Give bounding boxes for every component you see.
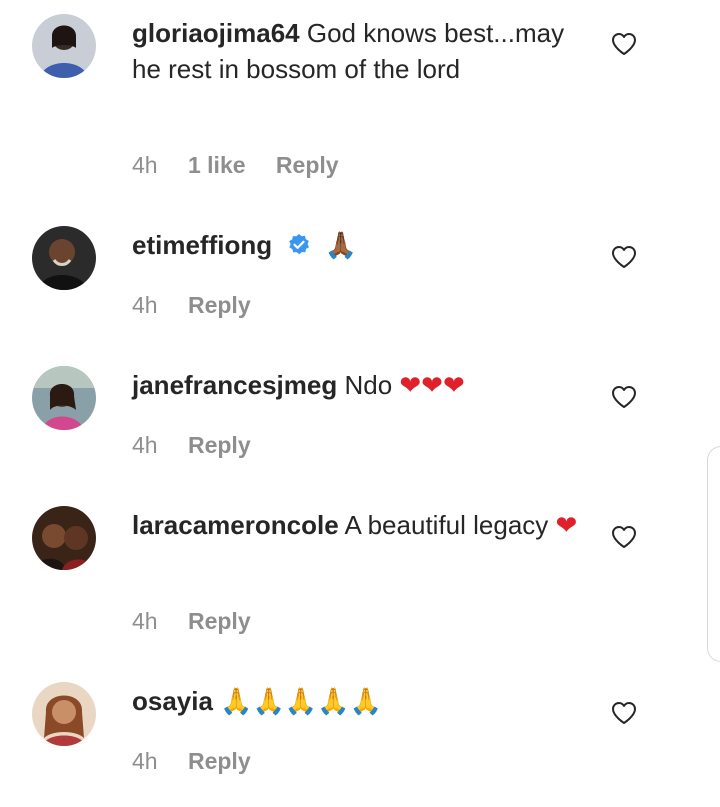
- avatar-image: [32, 226, 96, 290]
- comment-emoji: 🙏🙏🙏🙏🙏: [220, 687, 383, 717]
- user-avatar[interactable]: [32, 682, 96, 746]
- comment-username[interactable]: etimeffiong: [132, 230, 272, 260]
- heart-outline-icon[interactable]: [611, 245, 637, 269]
- comment-message: A beautiful legacy: [344, 510, 549, 540]
- comment-username[interactable]: laracameroncole: [132, 510, 339, 540]
- comment-time: 4h: [132, 748, 158, 774]
- avatar-image: [32, 14, 96, 78]
- comment-meta: 4h Reply: [132, 607, 251, 635]
- comment-time: 4h: [132, 152, 158, 178]
- comment-emoji: ❤: [555, 511, 578, 541]
- reply-button[interactable]: Reply: [188, 432, 251, 458]
- comment-username[interactable]: janefrancesjmeg: [132, 370, 337, 400]
- comment-meta: 4h Reply: [132, 431, 251, 459]
- reply-button[interactable]: Reply: [188, 292, 251, 318]
- comment-text: osayia 🙏🙏🙏🙏🙏: [132, 683, 582, 720]
- comment-text: gloriaojima64 God knows best...may he re…: [132, 15, 582, 87]
- user-avatar[interactable]: [32, 226, 96, 290]
- comment-like-count[interactable]: 1 like: [188, 152, 246, 178]
- comment-username[interactable]: osayia: [132, 686, 213, 716]
- reply-button[interactable]: Reply: [188, 748, 251, 774]
- comment-emoji: 🙏🏾: [324, 231, 357, 261]
- heart-outline-icon[interactable]: [611, 525, 637, 549]
- user-avatar[interactable]: [32, 506, 96, 570]
- side-edge-panel[interactable]: [707, 446, 720, 662]
- heart-outline-icon[interactable]: [611, 32, 637, 56]
- comment-text: janefrancesjmeg Ndo ❤❤❤: [132, 367, 582, 404]
- comment-message: Ndo: [344, 370, 393, 400]
- comment-meta: 4h Reply: [132, 747, 251, 775]
- comment-username[interactable]: gloriaojima64: [132, 18, 300, 48]
- avatar-image: [32, 682, 96, 746]
- avatar-image: [32, 366, 96, 430]
- comment-time: 4h: [132, 292, 158, 318]
- comment-emoji: ❤❤❤: [399, 371, 465, 401]
- user-avatar[interactable]: [32, 366, 96, 430]
- comment-time: 4h: [132, 432, 158, 458]
- heart-outline-icon[interactable]: [611, 701, 637, 725]
- comment-text: etimeffiong 🙏🏾: [132, 227, 582, 264]
- verified-badge-icon: [287, 230, 311, 255]
- comment-meta: 4h 1 like Reply: [132, 151, 339, 179]
- heart-outline-icon[interactable]: [611, 385, 637, 409]
- user-avatar[interactable]: [32, 14, 96, 78]
- avatar-image: [32, 506, 96, 570]
- comment-meta: 4h Reply: [132, 291, 251, 319]
- reply-button[interactable]: Reply: [188, 608, 251, 634]
- comment-time: 4h: [132, 608, 158, 634]
- reply-button[interactable]: Reply: [276, 152, 339, 178]
- comment-text: laracameroncole A beautiful legacy ❤: [132, 507, 582, 544]
